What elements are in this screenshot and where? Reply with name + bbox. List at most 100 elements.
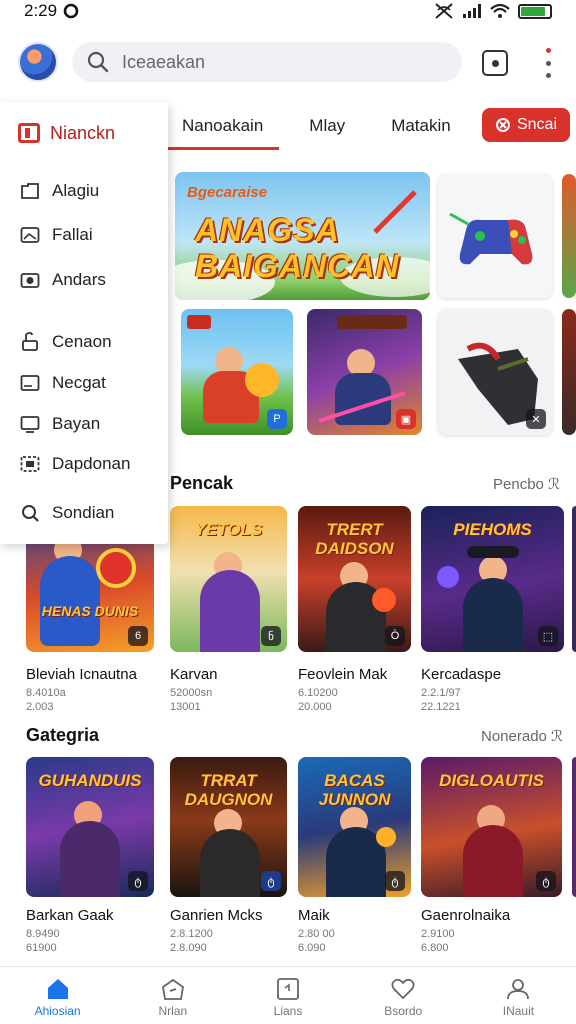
edge-card-3[interactable] bbox=[572, 506, 576, 652]
more-options-button[interactable] bbox=[540, 48, 556, 78]
tab-nanoakain[interactable]: Nanoakain bbox=[166, 102, 280, 150]
edge-card-2[interactable] bbox=[562, 309, 576, 435]
cast-button[interactable] bbox=[482, 50, 508, 76]
library-icon bbox=[277, 978, 299, 1000]
game-name: Bleviah Icnautna bbox=[26, 666, 137, 683]
game-meta: 2.9100 6.800 bbox=[421, 928, 455, 954]
game-meta: 2.80 00 6.090 bbox=[298, 928, 335, 954]
game-name: Maik bbox=[298, 907, 330, 924]
game-card[interactable]: YETOLS ნ Karvan 52000sn 13001 bbox=[170, 506, 287, 714]
sparkle-icon bbox=[495, 118, 510, 132]
image-icon bbox=[20, 227, 40, 243]
section-link-pencak[interactable]: Pencbo ℛ bbox=[493, 475, 560, 493]
drawer-header: Nianckn bbox=[0, 102, 168, 150]
search-input[interactable] bbox=[122, 51, 422, 73]
section-title-gategria: Gategria bbox=[26, 725, 100, 745]
edge-card[interactable] bbox=[562, 174, 576, 298]
battery-fill bbox=[521, 6, 545, 16]
app-header bbox=[0, 38, 576, 86]
camera-icon bbox=[20, 273, 40, 288]
drawer-item-fallai[interactable]: Fallai bbox=[20, 221, 93, 249]
nav-item-favorites[interactable]: Bsordo bbox=[346, 967, 461, 1024]
featured-controller-card[interactable] bbox=[438, 174, 552, 298]
top-tabs: Nanoakain Mlay Matakin bbox=[166, 102, 466, 150]
heart-icon bbox=[391, 978, 415, 1000]
card-badge-2: ▣ bbox=[396, 409, 416, 429]
game-meta: 6.10200 20.000 bbox=[298, 687, 338, 713]
battery-icon bbox=[518, 3, 552, 19]
drawer-item-cenaon[interactable]: Cenaon bbox=[20, 328, 112, 356]
drawer-title: Nianckn bbox=[50, 122, 116, 143]
nav-item-profile[interactable]: INauit bbox=[461, 967, 576, 1024]
game-meta: 52000sn 13001 bbox=[170, 687, 213, 713]
folder-icon bbox=[21, 183, 39, 199]
game-card[interactable]: GUHANDUIS ტ Barkan Gaak 8.9490 61900 bbox=[26, 757, 154, 955]
drawer-item-dapdonan[interactable]: Dapdonan bbox=[20, 450, 130, 478]
game-name: Karvan bbox=[170, 666, 218, 683]
drawer-item-alagiu[interactable]: Alagiu bbox=[20, 177, 99, 205]
cta-button[interactable]: Sncai bbox=[482, 108, 570, 142]
game-name: Ganrien Mcks bbox=[170, 907, 263, 924]
game-thumbnail: GUHANDUIS ტ bbox=[26, 757, 154, 897]
drawer-item-necgat[interactable]: Necgat bbox=[20, 369, 106, 397]
hero-banner[interactable]: Bgecaraise ANAGSA BAIGANCAN bbox=[175, 172, 430, 300]
gamepad-icon bbox=[449, 212, 533, 265]
explore-icon bbox=[161, 978, 184, 1000]
game-name: Barkan Gaak bbox=[26, 907, 114, 924]
section-title-pencak: Pencak bbox=[170, 473, 234, 493]
game-name: Feovlein Mak bbox=[298, 666, 388, 683]
drawer-item-andars[interactable]: Andars bbox=[20, 266, 106, 294]
drawer-item-bayan[interactable]: Bayan bbox=[20, 410, 100, 438]
game-thumbnail: DIGLOAUTIS ტ bbox=[421, 757, 562, 897]
lock-icon bbox=[22, 332, 38, 351]
hero-title: ANAGSA BAIGANCAN bbox=[195, 212, 400, 284]
game-thumbnail: TRERT DAIDSON Ò bbox=[298, 506, 411, 652]
game-card[interactable]: TRRAT DAUGNON ტ Ganrien Mcks 2.8.1200 2.8… bbox=[170, 757, 287, 955]
wifi-icon bbox=[490, 3, 510, 18]
featured-card-2[interactable]: ▣ bbox=[307, 309, 422, 435]
game-meta: 2.2.1/97 22.1221 bbox=[421, 687, 461, 713]
app-logo-icon bbox=[18, 123, 40, 143]
game-thumbnail: BACAS JUNNON ტ bbox=[298, 757, 411, 897]
featured-card-1[interactable]: P bbox=[181, 309, 293, 435]
game-name: Gaenrolnaika bbox=[421, 907, 511, 924]
profile-icon bbox=[507, 979, 530, 1000]
game-meta: 2.8.1200 2.8.090 bbox=[170, 928, 213, 954]
search-icon bbox=[22, 505, 39, 522]
tab-mlay[interactable]: Mlay bbox=[279, 102, 361, 150]
window-icon bbox=[20, 375, 40, 391]
game-card[interactable]: BACAS JUNNON ტ Maik 2.80 00 6.090 bbox=[298, 757, 411, 955]
game-card[interactable]: DIGLOAUTIS ტ Gaenrolnaika 2.9100 6.800 bbox=[421, 757, 562, 955]
avatar[interactable] bbox=[18, 42, 58, 82]
game-card[interactable]: TRERT DAIDSON Ò Feovlein Mak 6.10200 20.0… bbox=[298, 506, 411, 714]
card-badge-1: P bbox=[267, 409, 287, 429]
cta-label: Sncai bbox=[516, 116, 558, 133]
search-icon bbox=[87, 51, 109, 73]
game-card[interactable]: PIEHOMS ⬚ Kercadaspe 2.2.1/97 22.1221 bbox=[421, 506, 564, 714]
edge-card-4[interactable] bbox=[572, 757, 576, 897]
cast-icon bbox=[491, 59, 499, 67]
game-meta: 8.4010a 2.003 bbox=[26, 687, 66, 713]
nav-item-home[interactable]: Ahiosian bbox=[0, 967, 115, 1024]
hero-tag: Bgecaraise bbox=[187, 184, 268, 201]
game-thumbnail: YETOLS ნ bbox=[170, 506, 287, 652]
card-badge-3: ✕ bbox=[526, 409, 546, 429]
gallery-icon bbox=[20, 456, 40, 472]
game-thumbnail: TRRAT DAUGNON ტ bbox=[170, 757, 287, 897]
search-bar[interactable] bbox=[72, 42, 462, 82]
side-drawer: Nianckn Alagiu Fallai Andars Cenaon Necg… bbox=[0, 102, 168, 544]
home-icon bbox=[47, 979, 68, 999]
game-thumbnail: PIEHOMS ⬚ bbox=[421, 506, 564, 652]
nav-item-library[interactable]: Lians bbox=[230, 967, 345, 1024]
tab-matakin[interactable]: Matakin bbox=[361, 102, 467, 150]
cell-signal-icon bbox=[463, 4, 481, 18]
drawer-item-sondian[interactable]: Sondian bbox=[20, 499, 114, 527]
game-name: Kercadaspe bbox=[421, 666, 502, 683]
bottom-navigation: Ahiosian Nrlan Lians Bsordo INauit bbox=[0, 966, 576, 1024]
section-link-gategria[interactable]: Nonerado ℛ bbox=[481, 727, 563, 745]
monitor-icon bbox=[20, 416, 40, 433]
no-signal-icon bbox=[435, 3, 453, 19]
nav-item-explore[interactable]: Nrlan bbox=[115, 967, 230, 1024]
featured-card-3[interactable]: ✕ bbox=[438, 309, 552, 435]
status-time: 2:29 bbox=[24, 1, 58, 20]
